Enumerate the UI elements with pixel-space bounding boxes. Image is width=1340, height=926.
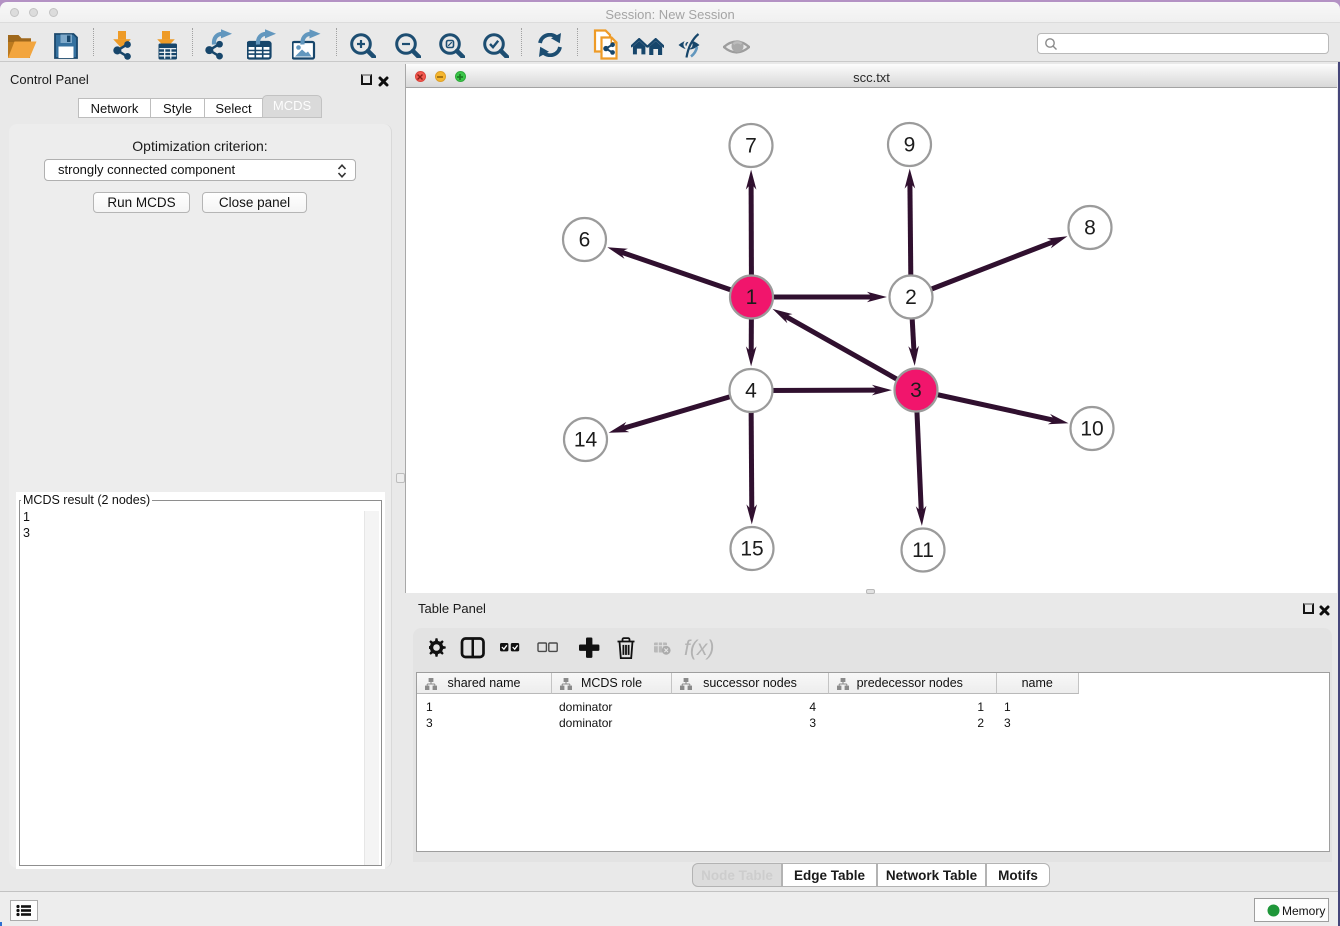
svg-text:7: 7 [745,135,757,158]
svg-text:10: 10 [1080,418,1103,441]
svg-text:9: 9 [904,134,916,157]
svg-text:2: 2 [905,286,917,309]
svg-text:11: 11 [912,539,934,562]
svg-text:4: 4 [745,380,757,403]
svg-text:3: 3 [910,379,922,402]
svg-text:8: 8 [1084,217,1096,240]
svg-text:6: 6 [579,229,591,252]
svg-text:14: 14 [574,429,598,452]
svg-text:1: 1 [746,286,758,309]
svg-text:f(x): f(x) [684,637,714,660]
svg-text:15: 15 [740,538,763,561]
